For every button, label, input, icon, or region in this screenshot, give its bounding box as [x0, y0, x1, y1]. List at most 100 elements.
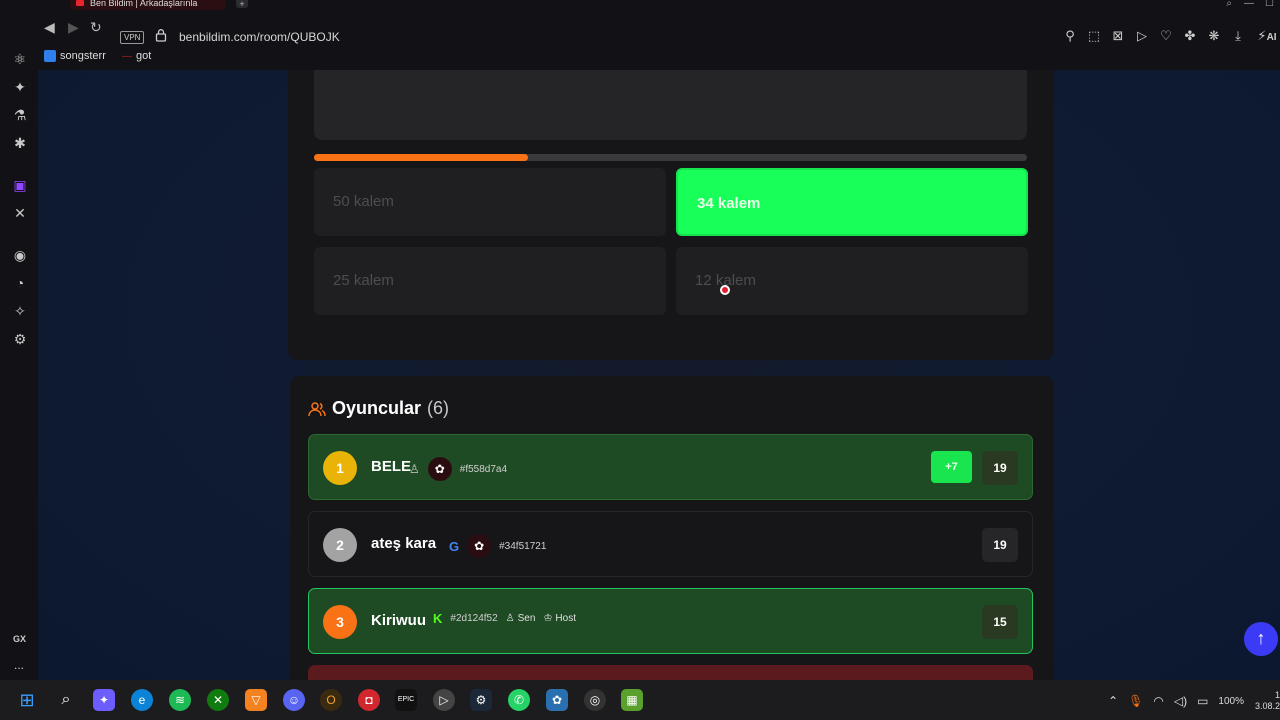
extensions-sidebar-icon[interactable]: ✧ — [11, 302, 29, 320]
bookmark-label: songsterr — [60, 50, 106, 62]
bookmark-got[interactable]: — got — [122, 50, 151, 62]
rank-badge: 1 — [323, 451, 357, 485]
minecraft-icon[interactable]: ▦ — [621, 689, 643, 711]
chevron-up-icon[interactable]: ⌃ — [1108, 694, 1118, 708]
spotify-taskbar-icon[interactable]: ≋ — [169, 689, 191, 711]
timer-progress-bar — [314, 154, 1027, 161]
gx-label[interactable]: GX — [13, 634, 26, 644]
url-field[interactable]: benbildim.com/room/QUBOJK — [179, 30, 340, 44]
active-tab[interactable]: Ben Bildim | Arkadaşlarınla — [70, 0, 226, 10]
epic-games-icon[interactable]: EPIC — [395, 689, 417, 711]
play-icon[interactable]: ▷ — [1134, 28, 1150, 44]
address-bar: ◀ ▶ ↻ VPN benbildim.com/room/QUBOJK ⚲ ⬚ … — [0, 10, 1280, 46]
discord-icon[interactable]: ☺ — [283, 689, 305, 711]
forward-icon[interactable]: ▶ — [68, 19, 79, 36]
users-icon — [308, 401, 326, 416]
score-badge: 15 — [982, 605, 1018, 639]
clock-time: 1 — [1274, 690, 1280, 700]
lock-icon[interactable] — [154, 28, 168, 42]
player-meta: G ✿ #34f51721 — [449, 534, 546, 558]
player-hash: #f558d7a4 — [459, 463, 508, 475]
answer-option-1[interactable]: 50 kalem — [314, 168, 666, 236]
history-icon[interactable]: ◔ — [11, 274, 29, 292]
host-label: Host — [555, 613, 576, 624]
easy-setup-icon[interactable]: ⚡AI — [1254, 28, 1280, 44]
copilot-icon[interactable]: ✦ — [93, 689, 115, 711]
pin-icon[interactable]: ⚲ — [1062, 28, 1078, 44]
volume-icon[interactable]: ◁) — [1174, 694, 1187, 708]
you-label: Sen — [517, 613, 536, 624]
cleaner-icon[interactable]: ✦ — [11, 78, 29, 96]
rank-badge: 2 — [323, 528, 357, 562]
search-tabs-icon[interactable]: ⌕ — [1226, 0, 1232, 9]
player-row[interactable]: 1 BELE ♙ ✿ #f558d7a4 +7 19 — [308, 434, 1033, 500]
toolbar-icons: ⚲ ⬚ ⊠ ▷ ♡ ✤ ❋ ⤓ ⚡AI — [1062, 28, 1280, 44]
more-icon[interactable]: ... — [14, 658, 24, 672]
app-red-icon[interactable]: ◘ — [358, 689, 380, 711]
user-icon: ♙ — [505, 613, 515, 624]
obs-icon[interactable]: ◎ — [584, 689, 606, 711]
mods-sidebar-icon[interactable]: ✱ — [11, 134, 29, 152]
got-icon: — — [122, 50, 132, 62]
player-hash: #2d124f52 — [450, 613, 498, 624]
page-content: 50 kalem 34 kalem 25 kalem 12 kalem Oyun… — [38, 70, 1280, 680]
xbox-icon[interactable]: ✕ — [207, 689, 229, 711]
player-meta: K #2d124f52 ♙ Sen ♔ Host — [433, 611, 576, 626]
system-tray: ⌃ 🎙 ◠ ◁) ▭ 100% 1 3.08.2 — [1108, 690, 1280, 712]
limiter-icon[interactable]: ⚗ — [11, 106, 29, 124]
player-row[interactable]: 2 ateş kara G ✿ #34f51721 19 — [308, 511, 1033, 577]
battery-icon[interactable]: ▭ — [1197, 694, 1208, 708]
site-favicon-icon — [76, 0, 84, 6]
user-icon: ♙ — [409, 462, 420, 476]
vpn-badge[interactable]: VPN — [120, 31, 145, 44]
taskbar: ⊞ ⌕ ✦ e ≋ ✕ ▽ ☺ O ◘ EPIC ▷ ⚙ ✆ ✿ ◎ ▦ ⌃ 🎙… — [0, 680, 1280, 720]
cursor-icon — [720, 285, 730, 295]
you-tag: ♙ Sen — [506, 613, 536, 624]
twitch-icon[interactable]: ▣ — [11, 176, 29, 194]
avatar: ✿ — [467, 534, 492, 558]
microphone-icon[interactable]: 🎙 — [1128, 694, 1143, 708]
player-row[interactable] — [308, 665, 1033, 680]
spotify-icon[interactable]: ◉ — [11, 246, 29, 264]
back-icon[interactable]: ◀ — [44, 19, 55, 36]
answer-option-3[interactable]: 25 kalem — [314, 247, 666, 315]
whatsapp-icon[interactable]: ✆ — [508, 689, 530, 711]
bookmark-songsterr[interactable]: songsterr — [44, 50, 106, 62]
search-icon[interactable]: ⌕ — [55, 689, 77, 711]
download-icon[interactable]: ⤓ — [1230, 28, 1246, 44]
mods-icon[interactable]: ❋ — [1206, 28, 1222, 44]
windows-start-icon[interactable]: ⊞ — [16, 689, 38, 711]
bookmarks-bar: songsterr — got — [38, 46, 1280, 70]
clock[interactable]: 1 3.08.2 — [1254, 690, 1280, 712]
battery-percent: 100% — [1218, 695, 1244, 707]
player-row[interactable]: 3 Kiriwuu K #2d124f52 ♙ Sen ♔ Host 15 — [308, 588, 1033, 654]
edge-icon[interactable]: e — [131, 689, 153, 711]
maximize-icon[interactable]: ☐ — [1265, 0, 1274, 9]
settings-gear-icon[interactable]: ⚙ — [11, 330, 29, 348]
minimize-icon[interactable]: — — [1244, 0, 1254, 9]
screenshot-icon[interactable]: ⬚ — [1086, 28, 1102, 44]
crown-icon: ♔ — [543, 613, 553, 624]
new-tab-button[interactable]: + — [236, 0, 248, 9]
kick-icon: K — [433, 611, 443, 626]
score-badge: 19 — [982, 528, 1018, 562]
app-blue-icon[interactable]: ✿ — [546, 689, 568, 711]
scroll-to-top-button[interactable]: ↑ — [1244, 622, 1278, 656]
players-heading: Oyuncular — [332, 398, 422, 418]
bookmark-label: got — [136, 50, 152, 62]
host-tag: ♔ Host — [543, 613, 576, 624]
browser-sidebar: ⚛ ✦ ⚗ ✱ ▣ ✕ ◉ ◔ ✧ ⚙ GX ... — [0, 46, 38, 680]
steam-icon[interactable]: ⚙ — [470, 689, 492, 711]
speed-dial-icon[interactable]: ⚛ — [11, 50, 29, 68]
brave-icon[interactable]: ▽ — [245, 689, 267, 711]
answer-option-4[interactable]: 12 kalem — [676, 247, 1028, 315]
answer-option-2[interactable]: 34 kalem — [676, 168, 1028, 236]
opera-gx-icon[interactable]: O — [320, 689, 342, 711]
wifi-icon[interactable]: ◠ — [1153, 694, 1163, 708]
extension-icon[interactable]: ✤ — [1182, 28, 1198, 44]
heart-icon[interactable]: ♡ — [1158, 28, 1174, 44]
media-player-icon[interactable]: ▷ — [433, 689, 455, 711]
reload-icon[interactable]: ↻ — [90, 19, 102, 36]
x-icon[interactable]: ✕ — [11, 204, 29, 222]
shield-icon[interactable]: ⊠ — [1110, 28, 1126, 44]
